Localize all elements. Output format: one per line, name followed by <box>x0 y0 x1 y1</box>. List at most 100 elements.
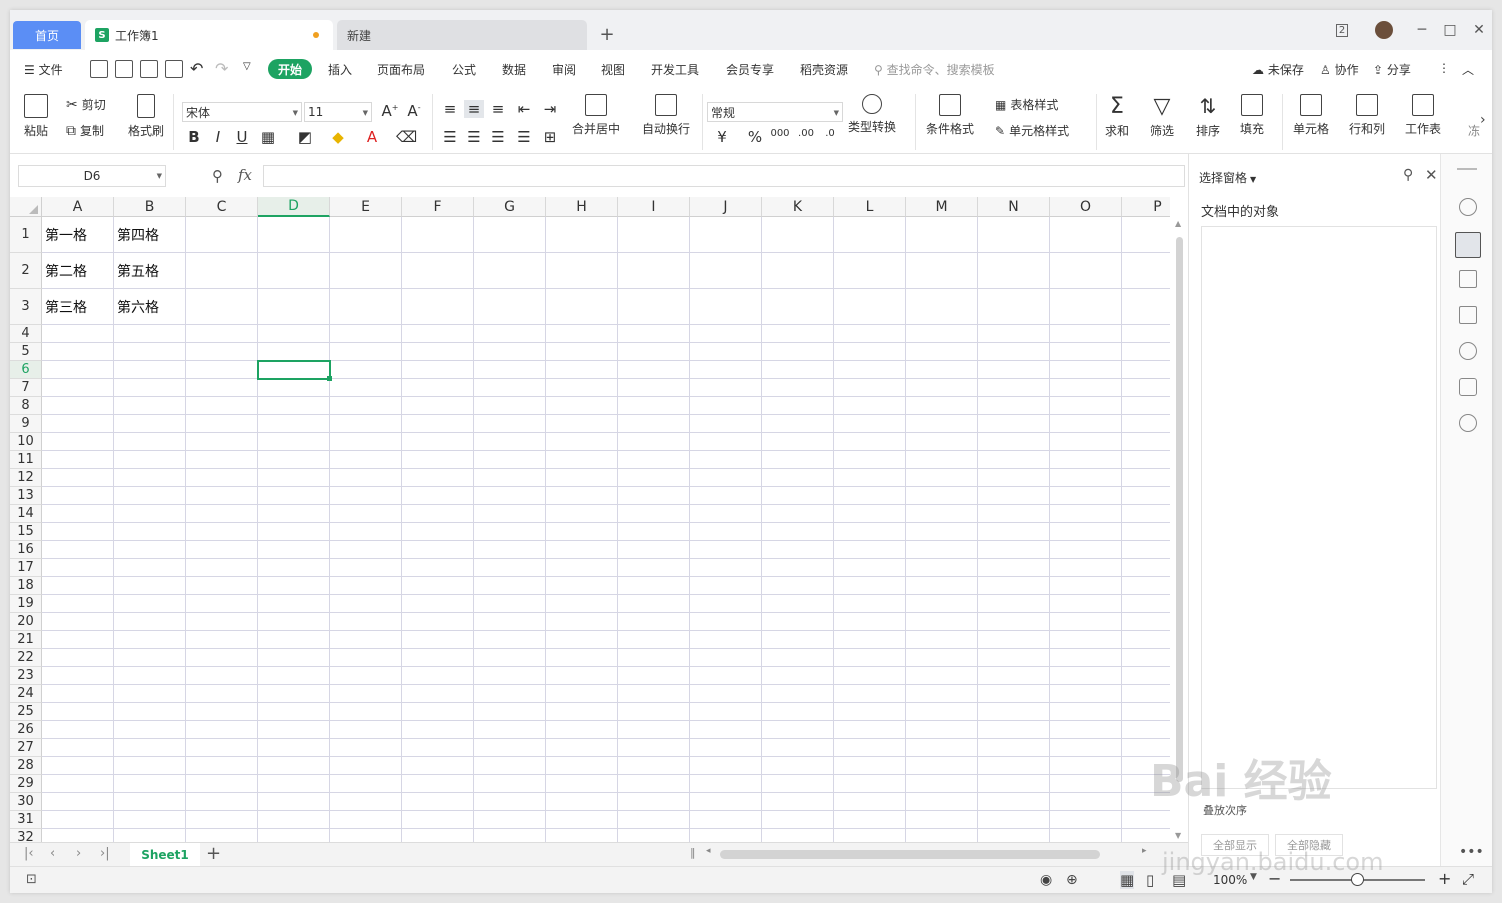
cell-m30[interactable] <box>906 793 978 811</box>
print-preview-icon[interactable] <box>165 60 183 78</box>
cell-m14[interactable] <box>906 505 978 523</box>
cell-c31[interactable] <box>186 811 258 829</box>
cell-p6[interactable] <box>1122 361 1170 379</box>
cell-e13[interactable] <box>330 487 402 505</box>
cell-k18[interactable] <box>762 577 834 595</box>
menu-member[interactable]: 会员专享 <box>726 61 774 78</box>
cell-i13[interactable] <box>618 487 690 505</box>
type-convert-button[interactable]: 类型转换 <box>848 94 896 135</box>
cell-c4[interactable] <box>186 325 258 343</box>
cell-e7[interactable] <box>330 379 402 397</box>
cell-h27[interactable] <box>546 739 618 757</box>
cell-m11[interactable] <box>906 451 978 469</box>
column-header-p[interactable]: P <box>1122 197 1170 217</box>
cell-l6[interactable] <box>834 361 906 379</box>
export-pdf-icon[interactable] <box>115 60 133 78</box>
cell-c10[interactable] <box>186 433 258 451</box>
cell-o10[interactable] <box>1050 433 1122 451</box>
cell-h21[interactable] <box>546 631 618 649</box>
cell-k8[interactable] <box>762 397 834 415</box>
cell-f4[interactable] <box>402 325 474 343</box>
cell-c8[interactable] <box>186 397 258 415</box>
cell-i30[interactable] <box>618 793 690 811</box>
cell-d12[interactable] <box>258 469 330 487</box>
column-header-c[interactable]: C <box>186 197 258 217</box>
cell-a13[interactable] <box>42 487 114 505</box>
fill-pattern-icon[interactable]: ◩ <box>295 128 315 146</box>
scroll-down-icon[interactable]: ▼ <box>1175 831 1181 840</box>
cell-b4[interactable] <box>114 325 186 343</box>
cell-b2[interactable]: 第五格 <box>114 253 186 289</box>
cell-c17[interactable] <box>186 559 258 577</box>
cell-f28[interactable] <box>402 757 474 775</box>
cell-d2[interactable] <box>258 253 330 289</box>
cell-p10[interactable] <box>1122 433 1170 451</box>
font-family-select[interactable]: 宋体 ▼ <box>182 102 302 122</box>
cell-m9[interactable] <box>906 415 978 433</box>
cell-d25[interactable] <box>258 703 330 721</box>
cell-i16[interactable] <box>618 541 690 559</box>
cell-f10[interactable] <box>402 433 474 451</box>
cell-f27[interactable] <box>402 739 474 757</box>
cell-h28[interactable] <box>546 757 618 775</box>
command-search[interactable]: ⚲ 查找命令、搜索模板 <box>874 61 995 78</box>
cell-p23[interactable] <box>1122 667 1170 685</box>
column-header-h[interactable]: H <box>546 197 618 217</box>
cell-i32[interactable] <box>618 829 690 842</box>
row-header-1[interactable]: 1 <box>10 217 42 253</box>
cell-c21[interactable] <box>186 631 258 649</box>
cell-e21[interactable] <box>330 631 402 649</box>
cell-p8[interactable] <box>1122 397 1170 415</box>
menu-developer[interactable]: 开发工具 <box>651 61 699 78</box>
sheet-tab-sheet1[interactable]: Sheet1 <box>130 843 200 866</box>
cell-a16[interactable] <box>42 541 114 559</box>
cell-k25[interactable] <box>762 703 834 721</box>
cell-k14[interactable] <box>762 505 834 523</box>
cell-a11[interactable] <box>42 451 114 469</box>
cell-c18[interactable] <box>186 577 258 595</box>
objects-list[interactable] <box>1201 226 1437 789</box>
cell-e20[interactable] <box>330 613 402 631</box>
cell-i25[interactable] <box>618 703 690 721</box>
cell-e26[interactable] <box>330 721 402 739</box>
column-header-e[interactable]: E <box>330 197 402 217</box>
cell-a30[interactable] <box>42 793 114 811</box>
first-sheet-icon[interactable]: |‹ <box>24 846 34 861</box>
cell-a29[interactable] <box>42 775 114 793</box>
cell-style-button[interactable]: ✎ 单元格样式 <box>995 122 1069 139</box>
cell-p18[interactable] <box>1122 577 1170 595</box>
cell-o2[interactable] <box>1050 253 1122 289</box>
cell-h16[interactable] <box>546 541 618 559</box>
cell-f26[interactable] <box>402 721 474 739</box>
cell-m21[interactable] <box>906 631 978 649</box>
fx-icon[interactable]: fx <box>238 166 252 184</box>
select-all-corner[interactable] <box>10 197 42 217</box>
cell-d13[interactable] <box>258 487 330 505</box>
cell-i14[interactable] <box>618 505 690 523</box>
page-layout-view-icon[interactable]: ▯ <box>1146 871 1154 889</box>
cell-j14[interactable] <box>690 505 762 523</box>
cell-m8[interactable] <box>906 397 978 415</box>
cell-j3[interactable] <box>690 289 762 325</box>
cell-n20[interactable] <box>978 613 1050 631</box>
cell-i22[interactable] <box>618 649 690 667</box>
cell-m10[interactable] <box>906 433 978 451</box>
cell-l24[interactable] <box>834 685 906 703</box>
cell-g24[interactable] <box>474 685 546 703</box>
cell-g14[interactable] <box>474 505 546 523</box>
cell-g3[interactable] <box>474 289 546 325</box>
cell-a4[interactable] <box>42 325 114 343</box>
cell-f5[interactable] <box>402 343 474 361</box>
row-header-21[interactable]: 21 <box>10 631 42 649</box>
cell-g11[interactable] <box>474 451 546 469</box>
thousands-separator-icon[interactable]: 000 <box>770 128 790 139</box>
cell-f16[interactable] <box>402 541 474 559</box>
cell-m22[interactable] <box>906 649 978 667</box>
cell-b23[interactable] <box>114 667 186 685</box>
cell-n10[interactable] <box>978 433 1050 451</box>
conditional-format-button[interactable]: 条件格式 <box>926 94 974 137</box>
cell-a5[interactable] <box>42 343 114 361</box>
cell-o23[interactable] <box>1050 667 1122 685</box>
cell-n19[interactable] <box>978 595 1050 613</box>
cell-b27[interactable] <box>114 739 186 757</box>
